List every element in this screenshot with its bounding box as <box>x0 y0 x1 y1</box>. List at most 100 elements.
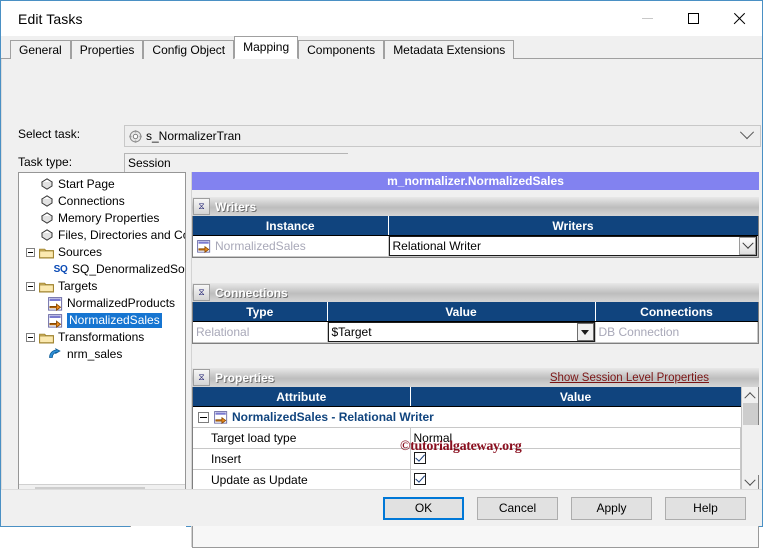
property-attribute-update-as-update: Update as Update <box>193 469 411 491</box>
tree-item-label: nrm_sales <box>67 347 123 361</box>
normalizer-icon <box>48 347 63 362</box>
task-type-label: Task type: <box>18 155 73 169</box>
minimize-button[interactable] <box>624 1 670 36</box>
target-icon <box>213 410 228 425</box>
writer-type-value: Relational Writer <box>392 239 481 253</box>
session-gear-icon <box>129 129 142 143</box>
connections-grid: Type Value Connections Relational $Targe… <box>192 302 759 344</box>
cancel-button[interactable]: Cancel <box>477 496 558 520</box>
select-task-label: Select task: <box>18 127 81 141</box>
scroll-thumb[interactable] <box>742 403 758 425</box>
connections-cell-connection: DB Connection <box>595 321 758 343</box>
target-icon <box>48 296 63 311</box>
mapping-header-bar: m_normalizer.NormalizedSales <box>192 172 759 190</box>
tree-item-label: NormalizedProducts <box>67 296 176 310</box>
navigation-tree-panel[interactable]: Start Page Connections Memory Properties <box>18 172 186 502</box>
help-button[interactable]: Help <box>665 496 746 520</box>
dialog-footer: OK Cancel Apply Help <box>1 489 762 526</box>
properties-vertical-scrollbar[interactable] <box>741 387 759 491</box>
tree-item-normalizedsales[interactable]: NormalizedSales <box>19 312 185 329</box>
properties-group-cell: NormalizedSales - Relational Writer <box>193 406 741 428</box>
sq-icon: SQ <box>53 264 68 275</box>
navigation-tree: Start Page Connections Memory Properties <box>19 173 185 363</box>
tab-properties[interactable]: Properties <box>70 40 144 59</box>
dropdown-arrow-icon[interactable] <box>576 323 594 341</box>
tree-item-normalizedproducts[interactable]: NormalizedProducts <box>19 295 185 312</box>
diamond-icon <box>39 194 54 209</box>
tree-item-targets[interactable]: Targets <box>19 278 185 295</box>
writers-collapse-button[interactable]: ⧖ <box>193 198 210 215</box>
window-title: Edit Tasks <box>18 10 83 27</box>
folder-icon <box>39 330 54 345</box>
tab-mapping[interactable]: Mapping <box>234 36 299 59</box>
property-value-update-as-update[interactable] <box>410 469 741 491</box>
folder-icon <box>39 245 54 260</box>
table-row[interactable]: Update as Update <box>193 469 741 491</box>
tree-item-label: Files, Directories and Com <box>58 228 186 242</box>
tree-item-label: Start Page <box>58 177 115 191</box>
title-bar: Edit Tasks <box>1 1 762 36</box>
tab-metadata-extensions[interactable]: Metadata Extensions <box>384 40 515 59</box>
show-session-level-properties-link[interactable]: Show Session Level Properties <box>550 372 709 384</box>
tree-expander-sources[interactable] <box>26 248 35 257</box>
dialog-body: Select task: s_NormalizerTran Task type:… <box>1 59 762 548</box>
task-type-value: Session <box>124 153 348 172</box>
apply-button[interactable]: Apply <box>571 496 652 520</box>
writers-cell-writer[interactable]: Relational Writer <box>388 235 758 257</box>
select-task-dropdown[interactable]: s_NormalizerTran <box>124 124 761 147</box>
connections-header-row: Type Value Connections <box>193 302 758 322</box>
connections-cell-value[interactable]: $Target <box>327 321 596 343</box>
tree-item-label: Connections <box>58 194 125 208</box>
maximize-button[interactable] <box>670 1 716 36</box>
writers-section-title: Writers <box>215 199 257 214</box>
connection-value-dropdown[interactable]: $Target <box>327 322 595 342</box>
properties-section-header: ⧖ Properties Show Session Level Properti… <box>192 368 759 387</box>
tab-general[interactable]: General <box>10 40 71 59</box>
close-icon <box>733 12 746 25</box>
collapse-group-icon[interactable] <box>198 411 209 423</box>
tree-item-files-directories[interactable]: Files, Directories and Com <box>19 227 185 244</box>
tree-item-memory-properties[interactable]: Memory Properties <box>19 210 185 227</box>
property-attribute-target-load-type: Target load type <box>193 427 411 449</box>
tree-item-connections[interactable]: Connections <box>19 193 185 210</box>
scroll-up-icon[interactable] <box>742 387 759 404</box>
connections-col-value: Value <box>327 302 596 322</box>
tree-item-label: Targets <box>58 279 98 293</box>
tree-expander-transformations[interactable] <box>26 333 35 342</box>
tree-expander-targets[interactable] <box>26 282 35 291</box>
properties-body: Attribute Value NormalizedSales - Relati… <box>192 387 759 492</box>
writers-header-row: Instance Writers <box>193 216 758 236</box>
insert-checkbox[interactable] <box>413 451 426 464</box>
properties-col-attribute: Attribute <box>193 387 411 407</box>
tree-item-label-selected: NormalizedSales <box>67 313 162 328</box>
connections-collapse-button[interactable]: ⧖ <box>193 284 210 301</box>
close-button[interactable] <box>716 1 762 36</box>
tree-item-transformations[interactable]: Transformations <box>19 329 185 346</box>
tree-item-nrm-sales[interactable]: nrm_sales <box>19 346 185 363</box>
select-task-label-wrap: Select task: <box>18 127 80 141</box>
ok-button[interactable]: OK <box>383 496 464 520</box>
dropdown-arrow-icon[interactable] <box>739 237 756 255</box>
diamond-icon <box>39 177 54 192</box>
tree-item-sources[interactable]: Sources <box>19 244 185 261</box>
property-value-insert[interactable] <box>410 448 741 470</box>
scroll-track[interactable] <box>741 425 759 475</box>
properties-section: ⧖ Properties Show Session Level Properti… <box>192 368 759 492</box>
maximize-icon <box>687 13 699 24</box>
update-as-update-checkbox[interactable] <box>413 472 426 485</box>
properties-collapse-button[interactable]: ⧖ <box>193 369 210 386</box>
writer-type-dropdown[interactable]: Relational Writer <box>388 236 757 256</box>
writers-cell-instance: NormalizedSales <box>193 235 389 257</box>
table-row[interactable]: Relational $Target DB Connection <box>193 321 758 343</box>
table-row[interactable]: Target load type Normal <box>193 427 741 449</box>
tab-components[interactable]: Components <box>298 40 385 59</box>
table-row[interactable]: NormalizedSales Relational Writer <box>193 235 758 257</box>
connections-section-title: Connections <box>215 285 288 300</box>
tree-item-sq-denormalizedsource[interactable]: SQ SQ_DenormalizedSour <box>19 261 185 278</box>
tab-config-object[interactable]: Config Object <box>143 40 235 59</box>
properties-group-row[interactable]: NormalizedSales - Relational Writer <box>193 406 741 428</box>
property-value-target-load-type[interactable]: Normal <box>410 427 741 449</box>
table-row[interactable]: Insert <box>193 448 741 470</box>
properties-grid: Attribute Value NormalizedSales - Relati… <box>193 387 741 491</box>
tree-item-start-page[interactable]: Start Page <box>19 176 185 193</box>
